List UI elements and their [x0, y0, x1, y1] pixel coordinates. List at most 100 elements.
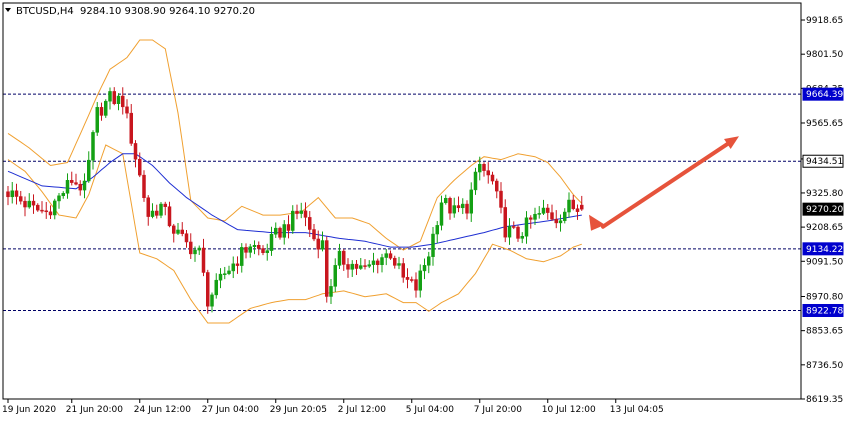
y-tick-label: 9325.80	[806, 189, 843, 199]
candle-body	[303, 210, 308, 218]
candle-body	[554, 218, 558, 224]
candle-body	[367, 264, 371, 267]
candle-body	[452, 205, 456, 214]
candle-body	[337, 250, 342, 266]
candle-body	[456, 205, 461, 209]
x-tick-label: 24 Jun 12:00	[134, 405, 191, 415]
candle-body	[265, 250, 269, 254]
candle-body	[95, 107, 99, 133]
candle-body	[125, 106, 129, 114]
candle-body	[155, 210, 159, 216]
x-tick-label: 19 Jun 2020	[2, 405, 56, 415]
candle-body	[257, 245, 261, 249]
candle-body	[44, 210, 48, 213]
chart-header: BTCUSD,H4 9284.10 9308.90 9264.10 9270.2…	[5, 6, 255, 17]
candle-body	[227, 270, 231, 274]
price-chart[interactable]: 9918.659801.509684.359565.659442.359325.…	[0, 0, 846, 419]
candle-body	[48, 211, 53, 216]
candle-body	[210, 294, 214, 307]
y-tick-label: 9801.50	[806, 50, 843, 60]
candle-body	[567, 199, 571, 213]
candle-body	[180, 229, 184, 234]
candle-body	[388, 253, 393, 259]
candle-body	[99, 107, 104, 116]
candle[interactable]	[95, 102, 99, 136]
candle-body	[129, 112, 133, 144]
candle-body	[354, 263, 359, 269]
candle-body	[580, 204, 584, 210]
candle-body	[10, 190, 14, 198]
candle-body	[40, 209, 44, 212]
candle-body	[244, 247, 248, 253]
candle-body	[193, 249, 197, 255]
candle-body	[269, 233, 274, 251]
current-price-label-text: 9270.20	[806, 205, 843, 215]
candle-body	[197, 247, 201, 251]
candle-body	[325, 240, 329, 297]
candle-body	[312, 229, 316, 240]
candle-body	[512, 226, 516, 228]
candle-body	[371, 260, 376, 265]
candle-body	[189, 241, 193, 255]
y-tick-label: 9918.65	[806, 16, 843, 26]
candle-body	[308, 217, 312, 230]
candle-body	[70, 180, 74, 183]
candle-body	[410, 279, 414, 281]
candle-body	[223, 273, 227, 275]
candle-body	[36, 204, 40, 211]
candle-body	[478, 163, 482, 173]
candle-body	[23, 200, 27, 208]
candle-body	[282, 224, 286, 238]
chart-window[interactable]: 9918.659801.509684.359565.659442.359325.…	[0, 0, 846, 419]
candle-body	[218, 273, 223, 281]
candle-body	[384, 253, 388, 258]
candle-body	[401, 263, 405, 278]
candle-body	[19, 196, 23, 202]
candle-body	[184, 233, 189, 243]
candle-body	[206, 272, 210, 307]
candle-body	[91, 132, 95, 161]
y-tick-label: 8853.65	[806, 327, 843, 337]
y-tick-label: 9208.65	[806, 223, 843, 233]
candle-body	[546, 207, 550, 213]
candle-body	[469, 189, 473, 214]
candle-body	[537, 213, 541, 215]
candle-body	[503, 207, 507, 238]
candle-body	[87, 159, 91, 182]
candle-body	[350, 263, 354, 270]
candle-body	[524, 217, 529, 237]
candle-body	[146, 197, 150, 217]
candle-body	[53, 200, 57, 216]
candle-body	[121, 95, 125, 108]
y-tick-label: 9091.50	[806, 257, 843, 267]
candle-body	[405, 277, 410, 280]
candle-body	[214, 279, 218, 296]
candle-body	[393, 257, 397, 266]
x-tick-label: 2 Jul 12:00	[338, 405, 387, 415]
candle[interactable]	[142, 170, 146, 202]
candle-body	[465, 203, 469, 214]
candle-body	[104, 100, 108, 116]
level-price-label: 9134.22	[802, 242, 844, 256]
candle-body	[240, 247, 244, 266]
x-tick-label: 7 Jul 20:00	[474, 405, 523, 415]
x-tick-label: 5 Jul 04:00	[406, 405, 455, 415]
candle-body	[422, 265, 427, 272]
candle-body	[231, 263, 235, 272]
candle-body	[435, 225, 439, 235]
candle-body	[108, 91, 112, 102]
candle[interactable]	[325, 236, 329, 303]
candle-body	[112, 91, 116, 104]
candle[interactable]	[104, 99, 108, 118]
current-price-label: 9270.20	[802, 202, 844, 216]
candle-body	[427, 256, 431, 266]
level-price-label: 9664.39	[802, 87, 844, 101]
candle-body	[397, 263, 401, 266]
candle-body	[261, 248, 265, 254]
candle-body	[529, 217, 533, 220]
candle-body	[6, 191, 10, 198]
candle-body	[172, 225, 176, 234]
candle-body	[444, 197, 448, 204]
candle-body	[252, 245, 257, 248]
level-price-label-text: 8922.78	[806, 306, 843, 316]
